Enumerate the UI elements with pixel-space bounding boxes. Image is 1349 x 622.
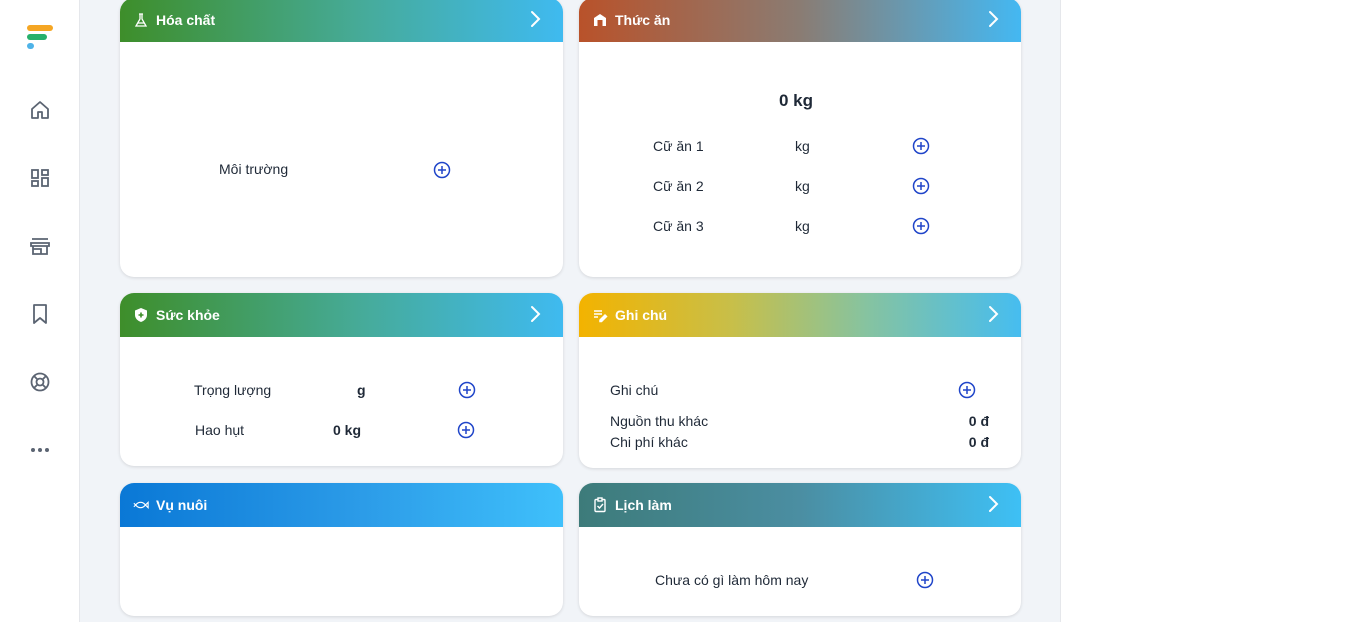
card-crop-header[interactable]: Vụ nuôi [120,483,563,527]
card-chemicals-header[interactable]: Hóa chất [120,0,563,42]
chevron-right-icon[interactable] [525,304,545,324]
add-circle-icon[interactable] [912,137,930,155]
schedule-empty-text: Chưa có gì làm hôm nay [655,572,809,588]
card-chemicals-title: Hóa chất [156,12,216,28]
other-income-label: Nguồn thu khác [610,413,709,429]
flask-icon [132,11,150,29]
health-row-value: g [357,382,366,398]
card-feed-title: Thức ăn [615,12,671,28]
card-health-header[interactable]: Sức khỏe [120,293,563,337]
card-notes-title: Ghi chú [615,307,668,323]
feed-row-label: Cữ ăn 3 [653,218,704,234]
card-schedule-header[interactable]: Lịch làm [579,483,1021,527]
card-feed: Thức ăn 0 kg Cữ ăn 1 kg Cữ ăn 2 kg Cữ ăn… [579,0,1021,277]
edit-note-icon [591,306,609,324]
bookmark-icon[interactable] [28,302,52,326]
card-schedule-title: Lịch làm [615,497,672,513]
other-cost-label: Chi phí khác [610,434,688,450]
app-logo[interactable] [27,25,55,51]
feed-row-unit: kg [795,178,810,194]
chevron-right-icon[interactable] [983,494,1003,514]
fish-icon [132,496,150,514]
health-row-value: 0 kg [333,422,362,438]
card-feed-header[interactable]: Thức ăn [579,0,1021,42]
chevron-right-icon[interactable] [525,9,545,29]
other-cost-value: 0 đ [968,434,989,450]
add-circle-icon[interactable] [916,571,934,589]
card-crop-title: Vụ nuôi [156,497,208,513]
add-circle-icon[interactable] [958,381,976,399]
home-icon[interactable] [28,98,52,122]
add-circle-icon[interactable] [433,161,451,179]
chevron-right-icon[interactable] [983,9,1003,29]
sidebar [0,0,80,622]
other-income-value: 0 đ [968,413,989,429]
feed-row-label: Cữ ăn 1 [653,138,704,154]
card-notes-header[interactable]: Ghi chú [579,293,1021,337]
row-label: Môi trường [219,161,289,177]
more-icon[interactable] [28,438,52,462]
card-crop: Vụ nuôi [120,483,563,616]
add-circle-icon[interactable] [457,421,475,439]
note-label: Ghi chú [610,382,659,398]
feed-row-label: Cữ ăn 2 [653,178,704,194]
feed-row-unit: kg [795,218,810,234]
add-circle-icon[interactable] [912,217,930,235]
add-circle-icon[interactable] [458,381,476,399]
main-content: Hóa chất Môi trường Thức ăn 0 kg Cữ ăn 1… [80,0,1061,622]
card-health-title: Sức khỏe [156,307,220,323]
clipboard-check-icon [591,496,609,514]
health-row-label: Hao hụt [195,422,245,438]
card-schedule: Lịch làm Chưa có gì làm hôm nay [579,483,1021,616]
chevron-right-icon[interactable] [983,304,1003,324]
feed-total: 0 kg [779,91,814,110]
dashboard-icon[interactable] [28,166,52,190]
warehouse-icon [591,11,609,29]
support-icon[interactable] [28,370,52,394]
store-icon[interactable] [28,234,52,258]
right-panel [1062,0,1349,622]
card-health: Sức khỏe Trọng lượng g Hao hụt 0 kg [120,293,563,466]
feed-row-unit: kg [795,138,810,154]
health-row-label: Trọng lượng [194,382,272,398]
card-chemicals: Hóa chất Môi trường [120,0,563,277]
card-notes: Ghi chú Ghi chú Nguồn thu khác 0 đ Chi p… [579,293,1021,468]
shield-plus-icon [132,306,150,324]
add-circle-icon[interactable] [912,177,930,195]
